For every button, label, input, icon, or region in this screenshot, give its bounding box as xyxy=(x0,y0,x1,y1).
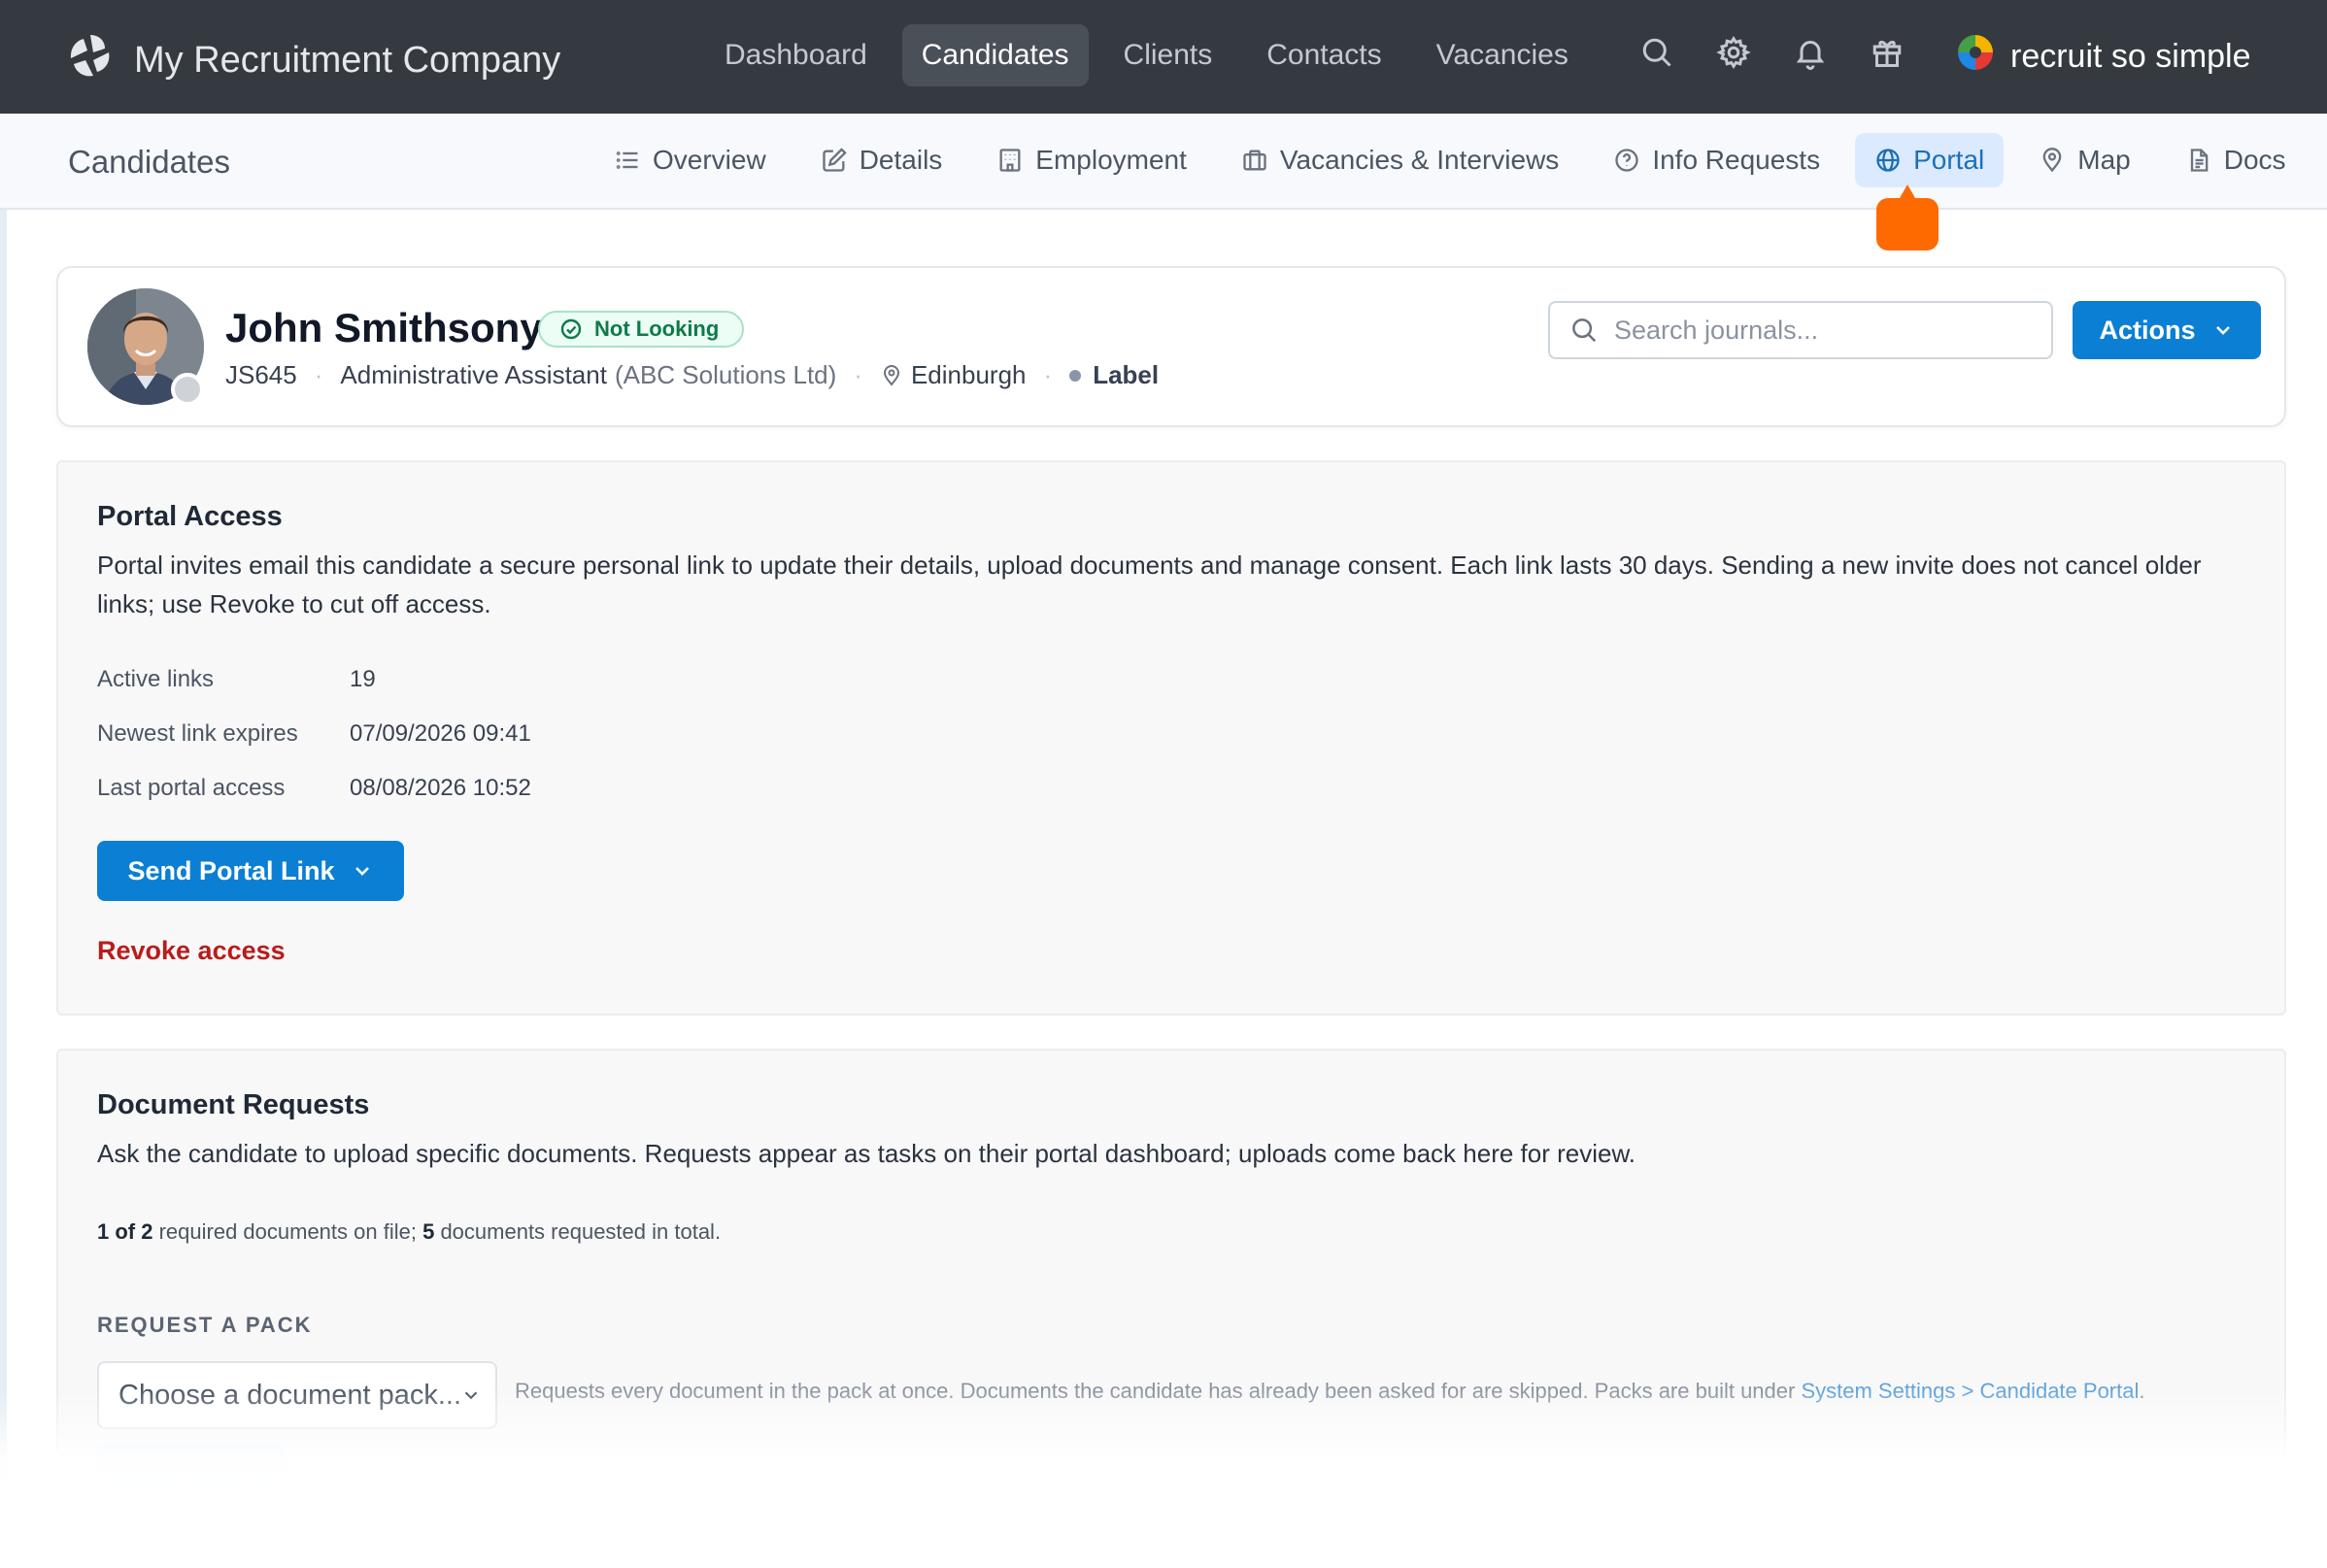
candidate-header: John Smithsony Not Looking JS645 · Admin… xyxy=(56,266,2286,427)
nav-dashboard[interactable]: Dashboard xyxy=(705,24,887,86)
journal-search[interactable] xyxy=(1548,301,2053,359)
map-pin-icon xyxy=(883,364,899,386)
tab-label: Employment xyxy=(1035,145,1187,175)
chevron-down-icon xyxy=(2215,326,2230,335)
chevron-down-icon xyxy=(354,867,369,876)
nav-candidates[interactable]: Candidates xyxy=(901,24,1089,86)
tab-overview[interactable]: Overview xyxy=(594,133,786,187)
tab-portal[interactable]: Portal xyxy=(1855,133,2005,187)
last-portal-access-row: Last portal access 08/08/2026 10:52 xyxy=(97,775,531,802)
section-title: Candidates xyxy=(68,144,230,180)
nav-clients[interactable]: Clients xyxy=(1104,24,1232,86)
company-logo-icon xyxy=(66,31,115,89)
candidate-location: Edinburgh xyxy=(910,360,1027,389)
meta-separator: · xyxy=(314,360,323,389)
candidate-company[interactable]: (ABC Solutions Ltd) xyxy=(615,360,836,390)
candidate-label[interactable]: Label xyxy=(1093,360,1159,390)
kv-label: Newest link expires xyxy=(97,720,298,747)
company-brand[interactable]: My Recruitment Company xyxy=(66,31,560,89)
candidate-subnav: Candidates Overview Details Employment V… xyxy=(0,114,2327,210)
check-circle-icon xyxy=(560,318,582,340)
tab-label: Map xyxy=(2077,145,2131,175)
document-requests-description: Ask the candidate to upload specific doc… xyxy=(97,1139,1636,1168)
tab-docs[interactable]: Docs xyxy=(2166,133,2306,187)
company-name: My Recruitment Company xyxy=(134,39,561,81)
tab-info-requests[interactable]: Info Requests xyxy=(1594,133,1839,187)
label-dot-icon xyxy=(1069,369,1082,382)
candidate-meta: JS645 · Administrative Assistant (ABC So… xyxy=(225,360,1159,390)
briefcase-icon xyxy=(1243,150,1266,171)
portal-access-title: Portal Access xyxy=(97,501,283,532)
globe-icon xyxy=(1876,149,1900,172)
kv-value: 07/09/2026 09:41 xyxy=(350,720,531,747)
bottom-fade-overlay xyxy=(0,1388,2327,1568)
question-icon xyxy=(1615,149,1638,172)
building-icon xyxy=(999,149,1021,172)
candidate-tabs: Overview Details Employment Vacancies & … xyxy=(594,133,2321,187)
status-label: Not Looking xyxy=(594,317,720,341)
tab-label: Overview xyxy=(653,145,766,175)
presence-indicator xyxy=(171,373,204,406)
actions-button[interactable]: Actions xyxy=(2073,301,2261,359)
tab-label: Info Requests xyxy=(1652,145,1821,175)
tab-map[interactable]: Map xyxy=(2019,133,2149,187)
newest-link-expires-row: Newest link expires 07/09/2026 09:41 xyxy=(97,720,531,748)
list-icon xyxy=(616,151,638,169)
request-pack-heading: REQUEST A PACK xyxy=(97,1313,313,1337)
tab-label: Docs xyxy=(2223,145,2286,175)
top-navigation-bar: My Recruitment Company Dashboard Candida… xyxy=(0,0,2327,114)
edit-icon xyxy=(823,148,847,172)
meta-separator: · xyxy=(854,360,862,389)
document-icon xyxy=(2190,149,2209,172)
left-edge-accent xyxy=(0,210,7,1568)
tab-employment[interactable]: Employment xyxy=(977,133,1206,187)
kv-label: Active links xyxy=(97,666,215,692)
requested-count: 5 xyxy=(422,1219,435,1244)
active-links-row: Active links 19 xyxy=(97,666,376,693)
document-requests-title: Document Requests xyxy=(97,1089,370,1120)
search-icon[interactable] xyxy=(1637,33,1676,72)
send-portal-link-button[interactable]: Send Portal Link xyxy=(97,841,404,901)
map-pin-icon xyxy=(2042,148,2062,173)
product-brand[interactable]: recruit so simple xyxy=(1954,31,2251,83)
kv-label: Last portal access xyxy=(97,775,286,801)
summary-text: required documents on file; xyxy=(152,1219,423,1244)
gear-icon[interactable] xyxy=(1714,33,1753,72)
search-input[interactable] xyxy=(1614,315,2022,346)
main-nav: Dashboard Candidates Clients Contacts Va… xyxy=(705,24,1603,86)
product-logo-icon xyxy=(1954,31,1997,83)
gift-icon[interactable] xyxy=(1868,33,1906,72)
pointer-marker xyxy=(1876,184,1939,250)
kv-value: 19 xyxy=(350,666,376,692)
portal-access-description: Portal invites email this candidate a se… xyxy=(97,550,2202,618)
revoke-access-link[interactable]: Revoke access xyxy=(97,936,286,966)
meta-separator: · xyxy=(1043,360,1053,389)
actions-label: Actions xyxy=(2099,315,2196,345)
product-name: recruit so simple xyxy=(2010,38,2251,75)
tab-label: Vacancies & Interviews xyxy=(1279,145,1560,175)
tab-label: Details xyxy=(859,145,943,175)
tab-vacancies-interviews[interactable]: Vacancies & Interviews xyxy=(1222,133,1578,187)
kv-value: 08/08/2026 10:52 xyxy=(350,775,531,801)
bell-icon[interactable] xyxy=(1791,33,1830,72)
tab-details[interactable]: Details xyxy=(801,133,962,187)
documents-summary: 1 of 2 required documents on file; 5 doc… xyxy=(97,1219,721,1245)
candidate-job-title: Administrative Assistant xyxy=(340,360,607,389)
nav-icon-group xyxy=(1637,33,1906,72)
nav-vacancies[interactable]: Vacancies xyxy=(1417,24,1588,86)
search-icon xyxy=(1572,318,1597,343)
on-file-count: 1 of 2 xyxy=(97,1219,153,1244)
candidate-name: John Smithsony xyxy=(225,305,543,350)
portal-access-card: Portal Access Portal invites email this … xyxy=(56,460,2286,1016)
tab-label: Portal xyxy=(1913,145,1985,175)
status-badge[interactable]: Not Looking xyxy=(538,311,745,348)
summary-text: documents requested in total. xyxy=(434,1219,722,1244)
nav-contacts[interactable]: Contacts xyxy=(1247,24,1400,86)
send-portal-link-label: Send Portal Link xyxy=(127,855,335,885)
candidate-ref: JS645 xyxy=(225,360,297,389)
